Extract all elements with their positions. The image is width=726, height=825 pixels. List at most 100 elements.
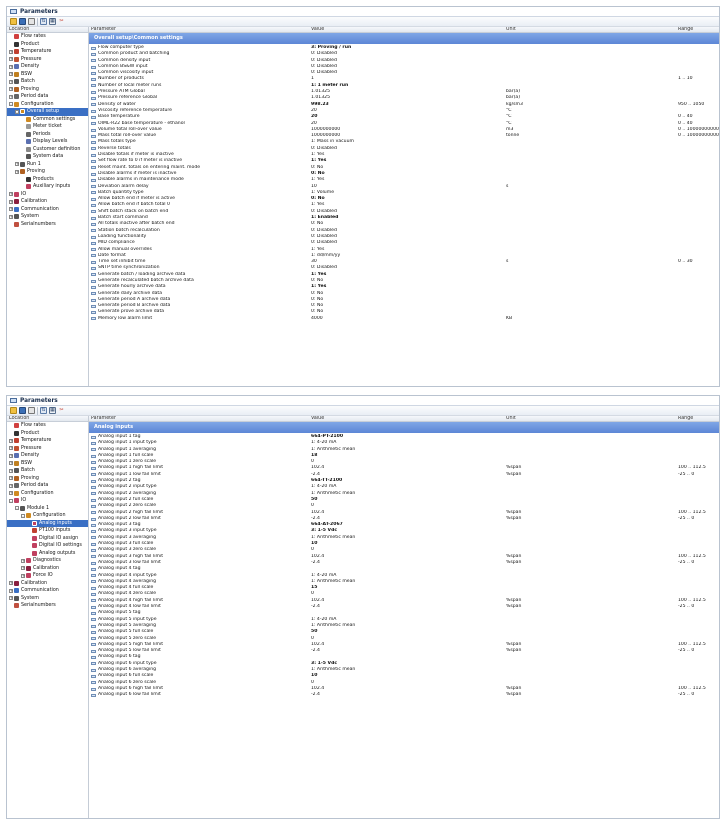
tree-item-auxiliary-inputs[interactable]: Auxiliary inputs	[7, 183, 88, 191]
tree-item-common-settings[interactable]: Common settings	[7, 116, 88, 124]
col-parameter[interactable]: Parameter	[89, 27, 310, 32]
tree-item-density[interactable]: + Density	[7, 63, 88, 71]
tree-item-calibration[interactable]: + Calibration	[7, 580, 88, 588]
expand-icon[interactable]: +	[9, 476, 13, 481]
tree-item-overall-setup[interactable]: - Overall setup	[7, 108, 88, 116]
collapse-icon[interactable]: -	[9, 102, 13, 107]
expand-icon[interactable]: +	[9, 483, 13, 488]
tree-item-batch[interactable]: + Batch	[7, 467, 88, 475]
tree-item-analog-outputs[interactable]: Analog outputs	[7, 550, 88, 558]
col-unit[interactable]: Unit	[505, 416, 677, 421]
expand-icon[interactable]: +	[15, 162, 19, 167]
expand-icon[interactable]: +	[9, 94, 13, 99]
tree-item-flow-rates[interactable]: Flow rates	[7, 33, 88, 41]
col-parameter[interactable]: Parameter	[89, 416, 310, 421]
tree-item-period-data[interactable]: + Period data	[7, 482, 88, 490]
expand-icon[interactable]: +	[21, 558, 25, 563]
tree-item-calibration[interactable]: + Calibration	[7, 198, 88, 206]
expand-icon[interactable]: +	[9, 588, 13, 593]
collapse-icon[interactable]: -	[15, 506, 19, 511]
tree-item-calibration[interactable]: + Calibration	[7, 565, 88, 573]
tree-item-proving[interactable]: + Proving	[7, 475, 88, 483]
tree-item-force-io[interactable]: + Force IO	[7, 572, 88, 580]
table-row[interactable]: Memory low alarm limit 4000 KB	[89, 316, 719, 322]
tree-item-io[interactable]: - IO	[7, 497, 88, 505]
tree-item-module-1[interactable]: - Module 1	[7, 505, 88, 513]
tree-item-io[interactable]: + IO	[7, 191, 88, 199]
open-folder-icon[interactable]	[10, 407, 17, 414]
table-row[interactable]: Analog input 6 low fail limit -2.4 %span -2…	[89, 692, 719, 698]
export-icon[interactable]: ⇅	[40, 407, 47, 414]
collapse-icon[interactable]: -	[15, 109, 19, 114]
tree-item-bsw[interactable]: + BSW	[7, 71, 88, 79]
expand-icon[interactable]: +	[9, 438, 13, 443]
expand-icon[interactable]: +	[21, 566, 25, 571]
expand-icon[interactable]: +	[9, 214, 13, 219]
tree-item-meter-ticket[interactable]: Meter ticket	[7, 123, 88, 131]
tree-item-proving[interactable]: + Proving	[7, 168, 88, 176]
print-icon[interactable]	[28, 18, 35, 25]
export-icon[interactable]: ⇅	[40, 18, 47, 25]
tree-item-pressure[interactable]: + Pressure	[7, 445, 88, 453]
tree-item-communication[interactable]: + Communication	[7, 587, 88, 595]
tree-item-system[interactable]: + System	[7, 213, 88, 221]
tree-item-diagnostics[interactable]: + Diagnostics	[7, 557, 88, 565]
tree-item-pt100-inputs[interactable]: PT100 inputs	[7, 527, 88, 535]
grid-icon[interactable]: ▦	[49, 18, 56, 25]
tools-icon[interactable]: ✂	[58, 407, 65, 414]
grid-icon[interactable]: ▦	[49, 407, 56, 414]
col-value[interactable]: Value	[310, 416, 505, 421]
tree-item-serialnumbers[interactable]: Serialnumbers	[7, 221, 88, 229]
tree-item-system-data[interactable]: System data	[7, 153, 88, 161]
col-range[interactable]: Range	[677, 27, 719, 32]
collapse-icon[interactable]: -	[9, 498, 13, 503]
tree-item-digital-io-settings[interactable]: Digital IO settings	[7, 542, 88, 550]
tree-item-system[interactable]: + System	[7, 595, 88, 603]
tree-item-products[interactable]: Products	[7, 176, 88, 184]
param-value[interactable]: 4000	[310, 316, 505, 322]
tree-item-communication[interactable]: + Communication	[7, 206, 88, 214]
collapse-icon[interactable]: -	[21, 513, 25, 518]
save-icon[interactable]	[19, 18, 26, 25]
expand-icon[interactable]: +	[9, 192, 13, 197]
tree-item-density[interactable]: + Density	[7, 452, 88, 460]
tree-item-proving[interactable]: + Proving	[7, 86, 88, 94]
expand-icon[interactable]: +	[9, 207, 13, 212]
tree-item-configuration[interactable]: - Configuration	[7, 101, 88, 109]
tree-item-flow-rates[interactable]: Flow rates	[7, 422, 88, 430]
expand-icon[interactable]: +	[9, 72, 13, 77]
expand-icon[interactable]: +	[15, 169, 19, 174]
tree-item-digital-io-assign[interactable]: Digital IO assign	[7, 535, 88, 543]
expand-icon[interactable]: +	[9, 49, 13, 54]
col-unit[interactable]: Unit	[505, 27, 677, 32]
expand-icon[interactable]: +	[21, 573, 25, 578]
tree-item-pressure[interactable]: + Pressure	[7, 56, 88, 64]
expand-icon[interactable]: +	[9, 453, 13, 458]
tree-item-configuration[interactable]: - Configuration	[7, 512, 88, 520]
tree-item-customer-definition[interactable]: Customer definition	[7, 146, 88, 154]
tree-item-temperature[interactable]: + Temperature	[7, 437, 88, 445]
expand-icon[interactable]: +	[9, 79, 13, 84]
expand-icon[interactable]: +	[9, 57, 13, 62]
expand-icon[interactable]: +	[9, 64, 13, 69]
tree-item-configuration[interactable]: + Configuration	[7, 490, 88, 498]
param-value[interactable]: -2.4	[310, 692, 505, 698]
tree-item-product[interactable]: Product	[7, 430, 88, 438]
tree-item-serialnumbers[interactable]: Serialnumbers	[7, 602, 88, 610]
expand-icon[interactable]: +	[9, 491, 13, 496]
col-value[interactable]: Value	[310, 27, 505, 32]
col-range[interactable]: Range	[677, 416, 719, 421]
tree-item-run-1[interactable]: + Run 1	[7, 161, 88, 169]
expand-icon[interactable]: +	[9, 199, 13, 204]
open-folder-icon[interactable]	[10, 18, 17, 25]
tools-icon[interactable]: ✂	[58, 18, 65, 25]
tree-item-temperature[interactable]: + Temperature	[7, 48, 88, 56]
tree-item-period-data[interactable]: + Period data	[7, 93, 88, 101]
print-icon[interactable]	[28, 407, 35, 414]
expand-icon[interactable]: +	[9, 596, 13, 601]
tree-item-display-levels[interactable]: Display Levels	[7, 138, 88, 146]
tree-item-analog-inputs[interactable]: Analog inputs	[7, 519, 88, 527]
expand-icon[interactable]: +	[9, 87, 13, 92]
expand-icon[interactable]: +	[9, 446, 13, 451]
tree-item-bsw[interactable]: + BSW	[7, 460, 88, 468]
